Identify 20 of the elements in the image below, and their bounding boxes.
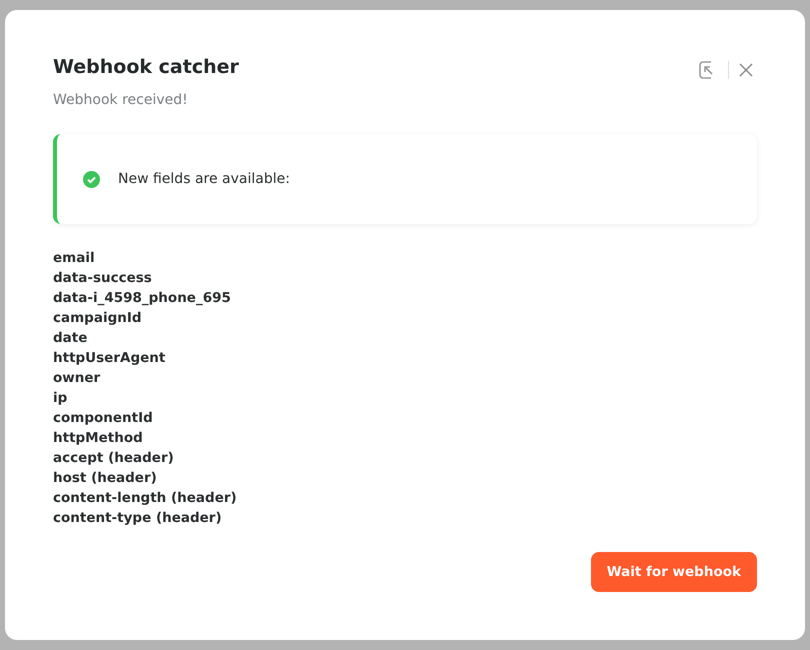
field-name: componentId	[53, 409, 154, 428]
field-name: data-i_4598_phone_695	[53, 289, 232, 308]
dialog-title: Webhook catcher	[53, 56, 239, 78]
field-name: content-length (header)	[53, 489, 238, 508]
dialog-subtitle: Webhook received!	[53, 92, 189, 108]
field-name: owner	[53, 369, 102, 388]
field-name: httpUserAgent	[53, 349, 166, 368]
check-circle-icon	[83, 170, 100, 188]
field-name: ip	[53, 389, 68, 408]
field-name: data-success	[53, 269, 153, 288]
field-name: httpMethod	[53, 429, 144, 448]
field-name: date	[53, 329, 88, 348]
field-name: host (header)	[53, 469, 158, 488]
field-name: accept (header)	[53, 449, 175, 468]
wait-button[interactable]: Wait for webhook	[590, 552, 757, 592]
field-name: email	[53, 249, 96, 268]
field-name: campaignId	[53, 309, 143, 328]
field-name: content-type (header)	[53, 509, 223, 528]
close-icon[interactable]	[739, 63, 753, 77]
alert-message: New fields are available:	[118, 171, 290, 187]
